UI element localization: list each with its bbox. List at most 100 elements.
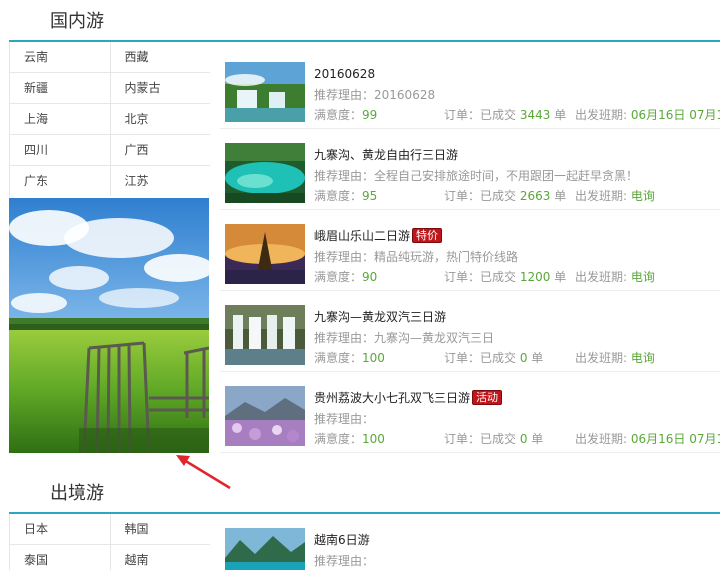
satisfaction: 满意度：90 [314,269,444,285]
region-row: 云南 西藏 [10,42,210,73]
orders-unit: 单 [550,270,567,284]
region-link[interactable]: 北京 [109,104,211,134]
region-row: 新疆 内蒙古 [10,73,210,104]
orders-unit: 单 [550,108,567,122]
satisfaction: 满意度：95 [314,188,444,204]
orders-label: 订单：已成交 [444,351,520,365]
section-title-domestic: 国内游 [50,11,104,32]
product-title-text[interactable]: 20160628 [314,67,375,81]
departure-label: 出发班期: [575,108,631,122]
orders-unit: 单 [527,351,544,365]
departure-value: 06月16日 07月16日 [630,108,720,122]
product-thumbnail[interactable] [225,305,305,365]
region-row: 四川 广西 [10,135,210,166]
product-meta: 满意度：100 订单：已成交 0 单出发班期: 电询 [314,350,720,366]
satisfaction-value: 99 [362,108,378,122]
product-list-outbound: 越南6日游 推荐理由： [220,514,720,570]
satisfaction: 满意度：100 [314,350,444,366]
product-title[interactable]: 越南6日游 [314,532,370,548]
departure: 出发班期: 电询 [575,350,655,366]
satisfaction-label: 满意度： [314,270,363,284]
orders: 订单：已成交 1200 单 [444,269,575,285]
product-title-text[interactable]: 峨眉山乐山二日游 [314,229,410,243]
product-title-text[interactable]: 越南6日游 [314,533,370,547]
departure: 出发班期: 06月16日 07月16日 [575,431,720,447]
special-price-badge: 特价 [412,228,443,243]
product-item[interactable]: 峨眉山乐山二日游 特价 推荐理由：精品纯玩游，热门特价线路 满意度：90 订单：已成… [220,210,720,291]
product-thumbnail[interactable] [225,143,305,203]
departure: 出发班期: 电询 [575,269,655,285]
orders-value: 3443 [519,108,551,122]
product-thumbnail[interactable] [225,224,305,284]
reason-text: 20160628 [374,88,436,102]
satisfaction-label: 满意度： [314,108,363,122]
product-thumbnail[interactable] [225,62,305,122]
product-title-text[interactable]: 贵州荔波大小七孔双飞三日游 [314,391,470,405]
orders-label: 订单：已成交 [444,108,520,122]
orders-unit: 单 [550,189,567,203]
region-link[interactable]: 西藏 [109,42,211,72]
product-reason: 推荐理由：20160628 [314,87,435,103]
satisfaction-value: 90 [362,270,378,284]
reason-text: 全程自己安排旅途时间，不用跟团一起赶早贪黑！ [374,169,639,183]
product-title[interactable]: 贵州荔波大小七孔双飞三日游 活动 [314,390,503,406]
outbound-section: 出境游 日本 韩国 泰国 越南 越南6日游 推荐理由： [0,470,720,570]
product-reason: 推荐理由：精品纯玩游，热门特价线路 [314,249,518,265]
orders-value: 2663 [519,189,551,203]
departure-label: 出发班期: [575,351,631,365]
region-row: 上海 北京 [10,104,210,135]
region-row: 泰国 越南 [10,545,210,570]
product-item[interactable]: 贵州荔波大小七孔双飞三日游 活动 推荐理由： 满意度：100 订单：已成交 0 单出… [220,372,720,453]
product-item[interactable]: 九寨沟、黄龙自由行三日游 推荐理由：全程自己安排旅途时间，不用跟团一起赶早贪黑！… [220,129,720,210]
departure: 出发班期: 电询 [575,188,655,204]
region-link[interactable]: 越南 [109,545,211,570]
product-list-domestic: 20160628 推荐理由：20160628 满意度：99 订单：已成交 3443… [220,48,720,453]
reason-label: 推荐理由： [314,412,375,426]
orders-label: 订单：已成交 [444,270,520,284]
region-row: 日本 韩国 [10,514,210,545]
product-reason: 推荐理由： [314,553,374,569]
departure-value: 电询 [630,189,655,203]
product-item[interactable]: 20160628 推荐理由：20160628 满意度：99 订单：已成交 3443… [220,48,720,129]
region-link[interactable]: 上海 [10,104,110,134]
satisfaction: 满意度：100 [314,431,444,447]
satisfaction-value: 95 [362,189,378,203]
product-thumbnail[interactable] [225,528,305,570]
departure-value: 电询 [630,351,655,365]
orders-label: 订单：已成交 [444,189,520,203]
region-grid-outbound: 日本 韩国 泰国 越南 [9,514,210,570]
reason-label: 推荐理由： [314,169,375,183]
reason-text: 精品纯玩游，热门特价线路 [374,250,519,264]
region-link[interactable]: 广西 [109,135,211,165]
product-meta: 满意度：99订单：已成交 3443 单出发班期: 06月16日 07月16日 [314,107,720,123]
product-title-text[interactable]: 九寨沟、黄龙自由行三日游 [314,148,458,162]
satisfaction-label: 满意度： [314,351,363,365]
product-meta: 满意度：90 订单：已成交 1200 单出发班期: 电询 [314,269,720,285]
region-link[interactable]: 日本 [10,514,110,544]
product-reason: 推荐理由：全程自己安排旅途时间，不用跟团一起赶早贪黑！ [314,168,638,184]
product-title[interactable]: 峨眉山乐山二日游 特价 [314,228,443,244]
orders-value: 1200 [519,270,551,284]
region-link[interactable]: 云南 [10,42,110,72]
product-item[interactable]: 九寨沟—黄龙双汽三日游 推荐理由：九寨沟—黄龙双汽三日 满意度：100 订单：已成… [220,291,720,372]
product-reason: 推荐理由： [314,411,374,427]
region-link[interactable]: 新疆 [10,73,110,103]
product-title[interactable]: 九寨沟—黄龙双汽三日游 [314,309,446,325]
region-link[interactable]: 四川 [10,135,110,165]
product-item[interactable]: 越南6日游 推荐理由： [220,514,720,570]
orders: 订单：已成交 0 单 [444,431,575,447]
reason-label: 推荐理由： [314,331,375,345]
orders: 订单：已成交 2663 单 [444,188,575,204]
product-title[interactable]: 九寨沟、黄龙自由行三日游 [314,147,458,163]
region-link[interactable]: 泰国 [10,545,110,570]
product-title[interactable]: 20160628 [314,66,375,82]
region-link[interactable]: 广东 [10,166,110,196]
product-title-text[interactable]: 九寨沟—黄龙双汽三日游 [314,310,446,324]
product-meta: 满意度：95 订单：已成交 2663 单出发班期: 电询 [314,188,720,204]
product-thumbnail[interactable] [225,386,305,446]
region-link[interactable]: 内蒙古 [109,73,211,103]
region-link[interactable]: 韩国 [109,514,211,544]
satisfaction: 满意度：99 [314,107,444,123]
promo-banner-image[interactable] [9,198,209,453]
region-link[interactable]: 江苏 [109,166,211,196]
